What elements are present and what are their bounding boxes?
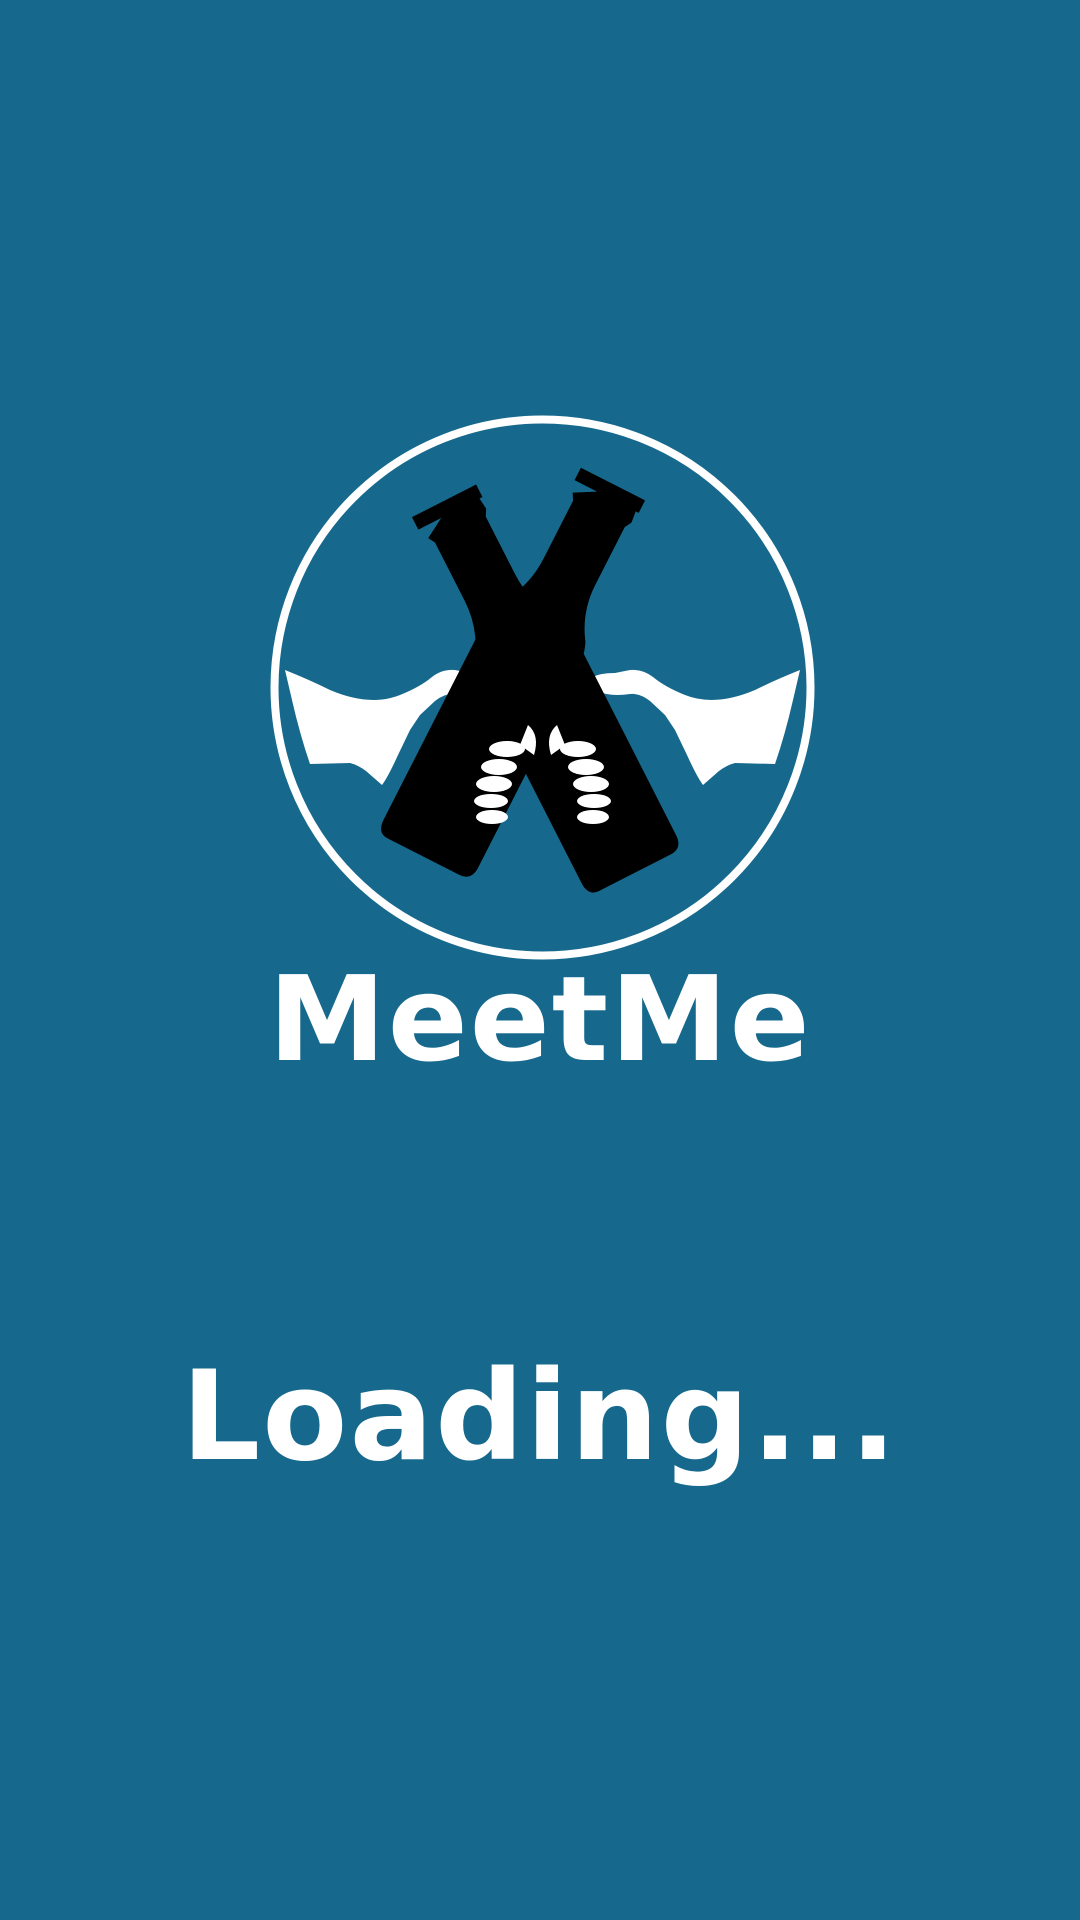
beer-bottles-cheers-icon (270, 415, 815, 960)
loading-text: Loading... (181, 1345, 899, 1489)
app-logo (270, 415, 815, 960)
app-name: MeetMe (268, 950, 812, 1088)
splash-screen: MeetMe Loading... (0, 0, 1080, 1920)
